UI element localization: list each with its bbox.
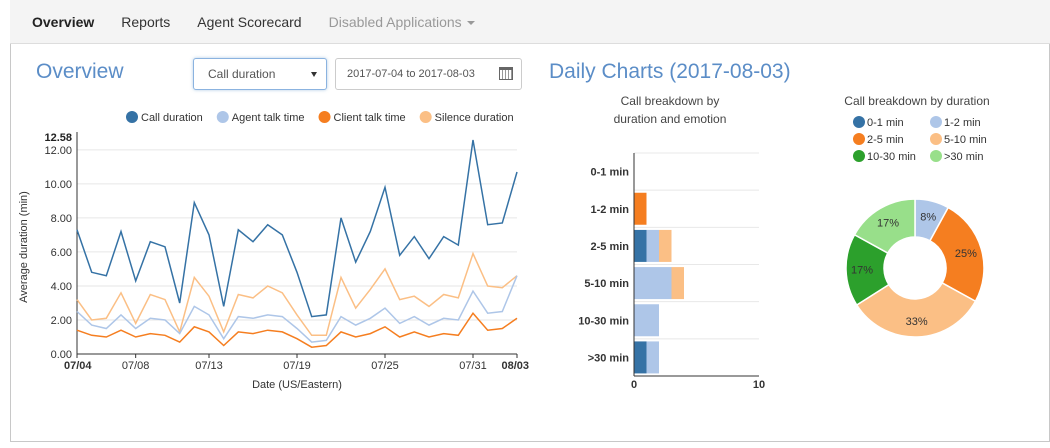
tab-overview[interactable]: Overview (32, 14, 94, 30)
donut-legend-marker (853, 150, 865, 162)
donut-slice-label: 33% (906, 316, 928, 328)
tab-disabled-applications[interactable]: Disabled Applications (329, 14, 475, 30)
breakdown-bar-chart: Call breakdown by duration and emotion 0-1… (578, 94, 765, 391)
tab-agent-scorecard[interactable]: Agent Scorecard (197, 14, 301, 30)
y-tick-label: 8.00 (51, 213, 72, 225)
donut-legend-marker (853, 116, 865, 128)
bar-segment (634, 341, 647, 374)
x-tick-label: 07/13 (195, 360, 223, 372)
y-axis-label: Average duration (min) (18, 191, 30, 303)
date-range-input[interactable]: 2017-07-04 to 2017-08-03 (335, 58, 522, 90)
legend-marker (419, 111, 432, 123)
bar-category-label: >30 min (588, 352, 630, 364)
y-tick-label: 2.00 (51, 315, 72, 327)
donut-legend-marker (930, 150, 942, 162)
line-chart: Call duration Agent talk time Client talk … (18, 111, 529, 391)
bar-segment (634, 267, 672, 300)
duration-donut-chart: Call breakdown by duration 0-1 min 1-2 min… (844, 94, 990, 338)
select-caret-icon (311, 72, 317, 77)
legend-label: Agent talk time (232, 112, 305, 124)
tab-reports[interactable]: Reports (121, 14, 170, 30)
bar-category-label: 10-30 min (578, 315, 629, 327)
bar-segment (634, 192, 647, 225)
x-tick-label: 07/08 (122, 360, 150, 372)
metric-select[interactable]: Call duration (193, 58, 327, 90)
x-tick-label: 07/04 (64, 360, 92, 372)
donut-slice-label: 8% (920, 212, 936, 224)
donut-slice-label: 17% (877, 217, 899, 229)
donut-slice-label: 25% (955, 248, 977, 260)
donut-legend-marker (930, 133, 942, 145)
donut-legend-label: 10-30 min (867, 151, 916, 163)
x-tick-label: 07/25 (371, 360, 399, 372)
y-tick-label: 4.00 (51, 281, 72, 293)
bar-category-label: 5-10 min (584, 278, 629, 290)
bar-category-label: 2-5 min (590, 241, 629, 253)
bar-x-tick-label: 10 (753, 379, 765, 391)
legend-label: Client talk time (334, 112, 406, 124)
y-tick-label: 12.00 (44, 145, 72, 157)
donut-legend-marker (853, 133, 865, 145)
chevron-down-icon (466, 20, 475, 25)
legend-label: Call duration (141, 112, 203, 124)
y-tick-label: 6.00 (51, 247, 72, 259)
top-navbar: Overview Reports Agent Scorecard Disable… (10, 0, 1050, 44)
donut-legend-label: 2-5 min (867, 134, 904, 146)
y-max-label: 12.58 (44, 132, 72, 144)
bar-segment (634, 229, 647, 262)
legend-marker (318, 111, 331, 123)
bar-x-tick-label: 0 (631, 379, 637, 391)
donut-legend-label: 0-1 min (867, 117, 904, 129)
donut-legend-label: >30 min (944, 151, 983, 163)
bar-category-label: 0-1 min (590, 167, 629, 179)
overview-title: Overview (36, 60, 124, 83)
donut-legend-label: 1-2 min (944, 117, 981, 129)
y-tick-label: 10.00 (44, 179, 72, 191)
bar-segment (671, 267, 684, 300)
legend-marker (126, 111, 138, 123)
x-tick-label: 08/03 (501, 360, 529, 372)
donut-title: Call breakdown by duration (844, 94, 989, 108)
daily-charts-title: Daily Charts (2017-08-03) (549, 60, 791, 83)
donut-slice-label: 17% (851, 265, 873, 277)
x-tick-label: 07/19 (283, 360, 311, 372)
bar-category-label: 1-2 min (590, 204, 629, 216)
donut-legend-label: 5-10 min (944, 134, 987, 146)
series-line (76, 139, 518, 318)
bar-segment (646, 341, 659, 374)
bar-chart-title-line1: Call breakdown by (621, 94, 720, 108)
bar-chart-title-line2: duration and emotion (614, 112, 727, 126)
legend-marker (216, 111, 229, 123)
legend-label: Silence duration (435, 112, 514, 124)
calendar-icon[interactable] (499, 67, 513, 80)
metric-select-value: Call duration (208, 67, 276, 81)
donut-legend-marker (930, 116, 942, 128)
x-axis-label: Date (US/Eastern) (252, 379, 342, 391)
x-tick-label: 07/31 (459, 360, 487, 372)
bar-segment (634, 304, 659, 337)
bar-segment (646, 229, 659, 262)
bar-segment (659, 229, 672, 262)
tab-disabled-applications-label: Disabled Applications (328, 13, 462, 30)
date-range-value: 2017-07-04 to 2017-08-03 (347, 68, 475, 80)
series-line (76, 311, 518, 348)
